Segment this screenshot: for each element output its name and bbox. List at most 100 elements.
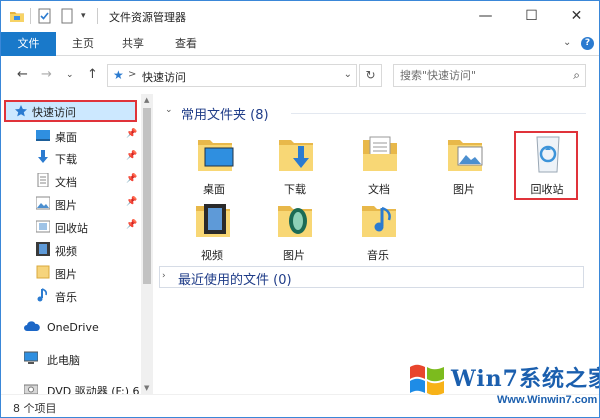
tab-home[interactable]: 主页 xyxy=(63,32,103,56)
search-icon: ⌕ xyxy=(573,68,580,82)
window-title: 文件资源管理器 xyxy=(109,11,186,24)
recycle-bin-highlight-box xyxy=(514,131,578,200)
folder-tile-music[interactable]: 音乐 xyxy=(343,200,413,262)
chevron-down-icon[interactable]: ⌄ xyxy=(563,37,571,48)
close-button[interactable]: ✕ xyxy=(554,1,599,32)
chevron-right-icon[interactable]: › xyxy=(162,271,166,281)
content-scrollbar[interactable] xyxy=(586,94,599,394)
item-count: 8 个项目 xyxy=(13,402,57,415)
sidebar-item-music[interactable]: 音乐 xyxy=(1,285,151,307)
search-box[interactable]: ⌕ xyxy=(393,64,586,87)
pin-icon[interactable]: 📌 xyxy=(126,220,137,230)
sidebar-item-pictures[interactable]: 图片 📌 xyxy=(1,193,151,215)
breadcrumb-separator[interactable]: > xyxy=(128,69,136,80)
sidebar-item-pictures-folder[interactable]: 图片 xyxy=(1,262,151,284)
address-bar[interactable]: ★ > 快速访问 ⌄ xyxy=(107,64,357,87)
onedrive-icon xyxy=(24,321,40,331)
sidebar-item-downloads[interactable]: 下载 📌 xyxy=(1,147,151,169)
desktop-icon xyxy=(36,130,50,141)
recent-files-group-header[interactable]: › 最近使用的文件 (0) xyxy=(159,266,584,288)
frequent-folders-group-header[interactable]: ⌄ 常用文件夹 (8) xyxy=(163,102,588,123)
sidebar-item-label: 回收站 xyxy=(55,222,88,235)
windows-logo-icon xyxy=(410,364,444,395)
divider xyxy=(291,113,586,114)
search-input[interactable] xyxy=(400,68,560,83)
folder-tile-documents[interactable]: 文档 xyxy=(344,134,414,196)
sidebar-item-videos[interactable]: 视频 xyxy=(1,239,151,261)
document-folder-icon xyxy=(363,136,397,171)
tile-label: 视频 xyxy=(201,249,223,262)
scroll-up-icon[interactable]: ▲ xyxy=(144,96,149,104)
tab-view[interactable]: 查看 xyxy=(166,32,206,56)
tile-label: 下载 xyxy=(284,183,306,196)
sidebar-item-label: 快速访问 xyxy=(32,106,76,119)
star-icon xyxy=(15,105,27,117)
breadcrumb-quick-access[interactable]: 快速访问 xyxy=(142,69,186,85)
tab-share[interactable]: 共享 xyxy=(113,32,153,56)
navigation-pane: 快速访问 桌面 📌 下载 📌 文档 📌 图片 📌 回收站 📌 视频 图片 音乐 … xyxy=(1,94,156,398)
video-folder-icon xyxy=(196,204,230,237)
forward-arrow-icon[interactable]: → xyxy=(41,68,52,82)
sidebar-item-desktop[interactable]: 桌面 📌 xyxy=(1,125,151,147)
pin-icon[interactable]: 📌 xyxy=(126,197,137,207)
recent-locations-chevron-icon[interactable]: ⌄ xyxy=(66,68,74,82)
computer-icon xyxy=(24,351,38,364)
minimize-button[interactable]: — xyxy=(463,1,508,32)
music-icon xyxy=(37,288,47,302)
maximize-button[interactable]: ☐ xyxy=(509,1,554,32)
recycle-bin-icon xyxy=(36,220,50,233)
watermark-title: Win7系统之家 xyxy=(451,366,600,392)
folder-tile-downloads[interactable]: 下载 xyxy=(260,134,330,196)
folder-tile-videos[interactable]: 视频 xyxy=(177,200,247,262)
properties-icon[interactable] xyxy=(37,8,53,24)
sidebar-item-label: 音乐 xyxy=(55,291,77,304)
scrollbar-thumb[interactable] xyxy=(143,108,151,284)
sidebar-item-label: 图片 xyxy=(55,199,77,212)
address-dropdown-icon[interactable]: ⌄ xyxy=(344,69,352,80)
music-folder-icon xyxy=(362,206,396,237)
tab-file[interactable]: 文件 xyxy=(1,32,56,56)
folder-tile-desktop[interactable]: 桌面 xyxy=(179,134,249,196)
pictures-icon xyxy=(36,196,50,210)
sidebar-item-this-pc[interactable]: 此电脑 xyxy=(1,348,151,370)
pin-icon[interactable]: 📌 xyxy=(126,174,137,184)
qa-divider xyxy=(97,8,99,24)
sidebar-item-onedrive[interactable]: OneDrive xyxy=(1,317,151,339)
sidebar-item-label: OneDrive xyxy=(47,321,99,334)
pin-icon[interactable]: 📌 xyxy=(126,129,137,139)
sidebar-item-label: 桌面 xyxy=(55,131,77,144)
sidebar-item-label: 图片 xyxy=(55,268,77,281)
tile-label: 图片 xyxy=(283,249,305,262)
pin-icon[interactable]: 📌 xyxy=(126,151,137,161)
video-icon xyxy=(36,242,50,256)
navigation-bar: ← → ⌄ ↑ ★ > 快速访问 ⌄ ↻ ⌕ xyxy=(1,56,599,94)
quick-access-toolbar-dropdown-icon[interactable]: ▾ xyxy=(81,8,91,24)
title-bar: ▾ 文件资源管理器 — ☐ ✕ xyxy=(1,1,599,32)
tile-label: 文档 xyxy=(368,183,390,196)
refresh-icon: ↻ xyxy=(365,68,376,82)
folder-tile-pictures[interactable]: 图片 xyxy=(429,134,499,196)
folder-app-icon xyxy=(10,12,24,22)
tile-label: 音乐 xyxy=(367,249,389,262)
watermark-url: Www.Winwin7.com xyxy=(497,394,598,406)
document-icon xyxy=(37,173,49,187)
tile-label: 桌面 xyxy=(203,183,225,196)
sidebar-item-recycle-bin[interactable]: 回收站 📌 xyxy=(1,216,151,238)
sidebar-item-documents[interactable]: 文档 📌 xyxy=(1,170,151,192)
download-icon xyxy=(38,150,48,163)
sidebar-item-label: 视频 xyxy=(55,245,77,258)
help-icon[interactable]: ? xyxy=(581,37,594,50)
refresh-button[interactable]: ↻ xyxy=(359,64,382,87)
download-folder-icon xyxy=(279,140,313,171)
chevron-down-icon[interactable]: ⌄ xyxy=(165,105,173,115)
ribbon-tab-bar: 文件 主页 共享 查看 ⌄ ? xyxy=(1,32,599,56)
folder-tile-pictures-2[interactable]: 图片 xyxy=(259,200,329,262)
scroll-down-icon[interactable]: ▼ xyxy=(144,384,149,392)
sidebar-scrollbar[interactable]: ▲ ▼ xyxy=(141,94,153,394)
new-folder-icon[interactable] xyxy=(59,8,75,24)
up-arrow-icon[interactable]: ↑ xyxy=(87,68,98,82)
pictures-folder-icon xyxy=(278,206,312,237)
back-arrow-icon[interactable]: ← xyxy=(17,68,28,82)
site-watermark: Win7系统之家 Www.Winwin7.com xyxy=(403,359,599,417)
sidebar-item-quick-access[interactable]: 快速访问 xyxy=(4,100,137,122)
